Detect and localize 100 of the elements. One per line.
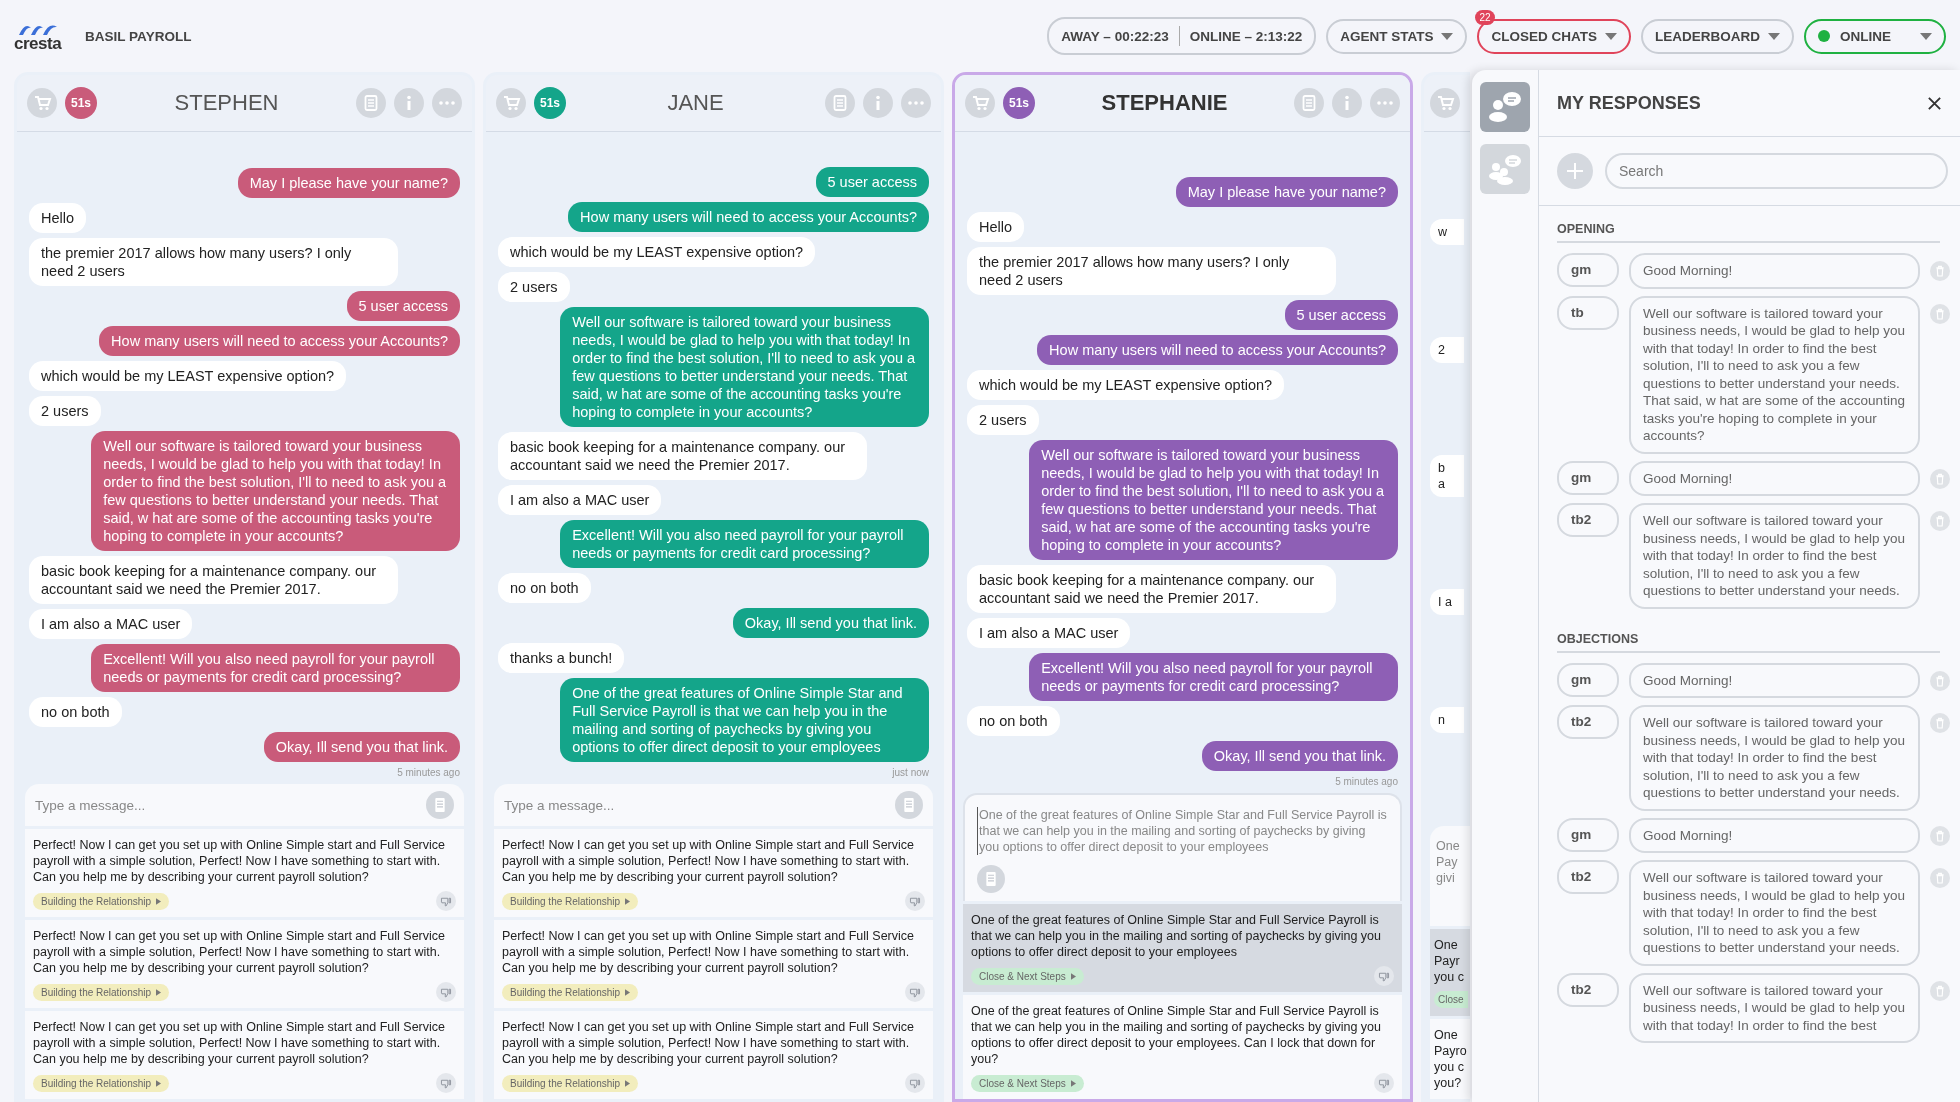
clipboard-icon[interactable] — [356, 88, 386, 118]
more-icon[interactable] — [901, 88, 931, 118]
chat-message: no on both — [29, 697, 122, 727]
shortcut-field[interactable]: tb — [1557, 295, 1619, 330]
trash-icon[interactable] — [1930, 670, 1950, 691]
my-responses-tab[interactable] — [1480, 82, 1530, 132]
suggestion-card[interactable] — [494, 826, 933, 917]
suggestion-card[interactable] — [494, 1008, 933, 1099]
chat-message: How many users will need to access your Accounts? — [99, 326, 460, 356]
document-icon[interactable] — [889, 784, 933, 826]
category-tag[interactable]: Building the Relationship — [502, 983, 639, 1001]
add-icon[interactable] — [1557, 153, 1593, 189]
message-field[interactable]: Type a message... — [494, 784, 889, 826]
category-tag[interactable]: Close & Next Steps — [971, 967, 1084, 985]
thumbs-down-icon[interactable] — [905, 982, 925, 1002]
shortcut-field[interactable]: tb2 — [1557, 972, 1619, 1007]
cart-icon[interactable] — [1430, 88, 1460, 118]
message-field[interactable]: One of the great features of Online Simple Star and Full Service Payroll is that we can help you in the mailing and sorting of paychecks by giving you options to offer direct deposit to your employees — [963, 793, 1402, 901]
info-icon[interactable] — [1332, 88, 1362, 118]
cart-icon[interactable] — [496, 88, 526, 118]
trash-icon[interactable] — [1930, 261, 1950, 281]
suggestion-card[interactable] — [494, 917, 933, 1008]
chat-message: which would be my LEAST expensive option? — [498, 237, 816, 267]
response-field[interactable]: Good Morning! — [1629, 253, 1920, 289]
category-tag[interactable]: Building the Relationship — [33, 1074, 170, 1092]
chat-panel[interactable] — [952, 72, 1413, 1102]
chat-panel[interactable] — [483, 72, 944, 1102]
thumbs-down-icon[interactable] — [436, 982, 456, 1002]
caret-icon — [1768, 32, 1780, 40]
message-field[interactable]: Type a message... — [25, 784, 420, 826]
thumbs-down-icon[interactable] — [905, 1073, 925, 1093]
close-icon[interactable] — [1927, 95, 1942, 111]
trash-icon[interactable] — [1930, 511, 1950, 531]
suggestion-card[interactable]: One Payro you c you? — [1430, 1016, 1470, 1099]
response-field[interactable]: Well our software is tailored toward your business needs, I would be glad to help you with that today! In order to find the best solution, I'll to need to ask you a few questions to better understand your needs. — [1629, 503, 1920, 609]
response-field[interactable]: Good Morning! — [1629, 662, 1920, 698]
category-tag[interactable]: Building the Relationship — [33, 983, 170, 1001]
shortcut-field[interactable]: gm — [1557, 662, 1619, 697]
shortcut-field[interactable]: gm — [1557, 460, 1619, 495]
info-icon[interactable] — [863, 88, 893, 118]
trash-icon[interactable] — [1930, 468, 1950, 489]
suggestion-card[interactable] — [25, 826, 464, 917]
chat-panel[interactable] — [14, 72, 475, 1102]
clipboard-icon[interactable] — [1294, 88, 1324, 118]
chat-message: Hello — [29, 203, 87, 233]
trash-icon[interactable] — [1930, 868, 1950, 888]
chat-message: thanks a bunch! — [498, 643, 625, 673]
response-field[interactable]: Well our software is tailored toward your business needs, I would be glad to help you with that today! In order to find the best solution, I'll to need to ask you a few questions to better understand your needs. — [1629, 860, 1920, 966]
timer-badge: 51s — [534, 87, 566, 119]
status-dropdown[interactable]: ONLINE — [1804, 18, 1946, 54]
category-tag[interactable]: Building the Relationship — [33, 892, 170, 910]
team-responses-tab[interactable] — [1480, 144, 1530, 194]
menu-dropdown[interactable]: LEADERBOARD — [1641, 18, 1794, 54]
document-icon[interactable] — [977, 865, 1005, 893]
cart-icon[interactable] — [27, 88, 57, 118]
response-field[interactable]: Well our software is tailored toward your business needs, I would be glad to help you with that today! In order to find the best — [1629, 972, 1920, 1043]
response-field[interactable]: Well our software is tailored toward your business needs, I would be glad to help you with that today! In order to find the best solution, I'll to need to ask you a few questions to better understand your needs. That said, w hat are some of the accounting tasks you're hoping to complete in your accounts? — [1629, 295, 1920, 454]
suggestion-text: Perfect! Now I can get you set up with Online Simple start and Full Service payroll with a simple solution, Perfect! Now I have something to start with. Can you help me by describing your current payroll solution? — [502, 928, 915, 976]
chat-message: Excellent! Will you also need payroll for your payroll needs or payments for credit card processing? — [560, 520, 929, 568]
message-time: just now — [892, 767, 929, 778]
suggestion-card[interactable] — [25, 1008, 464, 1099]
suggestion-card[interactable] — [963, 901, 1402, 992]
document-icon[interactable] — [420, 784, 464, 826]
thumbs-down-icon[interactable] — [905, 891, 925, 911]
category-tag[interactable]: Building the Relationship — [502, 892, 639, 910]
thumbs-down-icon[interactable] — [1374, 966, 1394, 986]
shortcut-field[interactable]: tb2 — [1557, 503, 1619, 537]
thumbs-down-icon[interactable] — [1374, 1073, 1394, 1093]
shortcut-field[interactable]: gm — [1557, 817, 1619, 852]
chat-message: May I please have your name? — [237, 168, 460, 198]
suggestion-card[interactable]: One Payr you c Close — [1430, 926, 1470, 1016]
message-field[interactable]: One Pay givi — [1430, 826, 1470, 926]
shortcut-field[interactable]: tb2 — [1557, 860, 1619, 894]
response-field[interactable]: Well our software is tailored toward your business needs, I would be glad to help you with that today! In order to find the best solution, I'll to need to ask you a few questions to better understand your needs. — [1629, 705, 1920, 811]
category-tag[interactable]: Close & Next Steps — [971, 1074, 1084, 1092]
trash-icon[interactable] — [1930, 713, 1950, 733]
more-icon[interactable] — [432, 88, 462, 118]
shortcut-field[interactable]: gm — [1557, 253, 1619, 287]
trash-icon[interactable] — [1930, 980, 1950, 1001]
search-field[interactable]: Search — [1605, 153, 1948, 189]
shortcut-field[interactable]: tb2 — [1557, 705, 1619, 739]
response-field[interactable]: Good Morning! — [1629, 460, 1920, 496]
more-icon[interactable] — [1370, 88, 1400, 118]
chat-message: Hello — [967, 212, 1025, 242]
chat-message: I am also a MAC user — [498, 485, 662, 515]
suggestion-card[interactable] — [25, 917, 464, 1008]
info-icon[interactable] — [394, 88, 424, 118]
response-field[interactable]: Good Morning! — [1629, 817, 1920, 853]
thumbs-down-icon[interactable] — [436, 891, 456, 911]
thumbs-down-icon[interactable] — [436, 1073, 456, 1093]
trash-icon[interactable] — [1930, 303, 1950, 324]
section-heading: OBJECTIONS — [1557, 615, 1940, 653]
suggestion-card[interactable] — [963, 992, 1402, 1099]
clipboard-icon[interactable] — [825, 88, 855, 118]
category-tag[interactable]: Close — [1434, 991, 1468, 1008]
trash-icon[interactable] — [1930, 825, 1950, 846]
customer-name: STEPHEN — [173, 90, 280, 116]
category-tag[interactable]: Building the Relationship — [502, 1074, 639, 1092]
cart-icon[interactable] — [965, 88, 995, 118]
menu-dropdown[interactable]: AGENT STATS — [1326, 18, 1468, 54]
